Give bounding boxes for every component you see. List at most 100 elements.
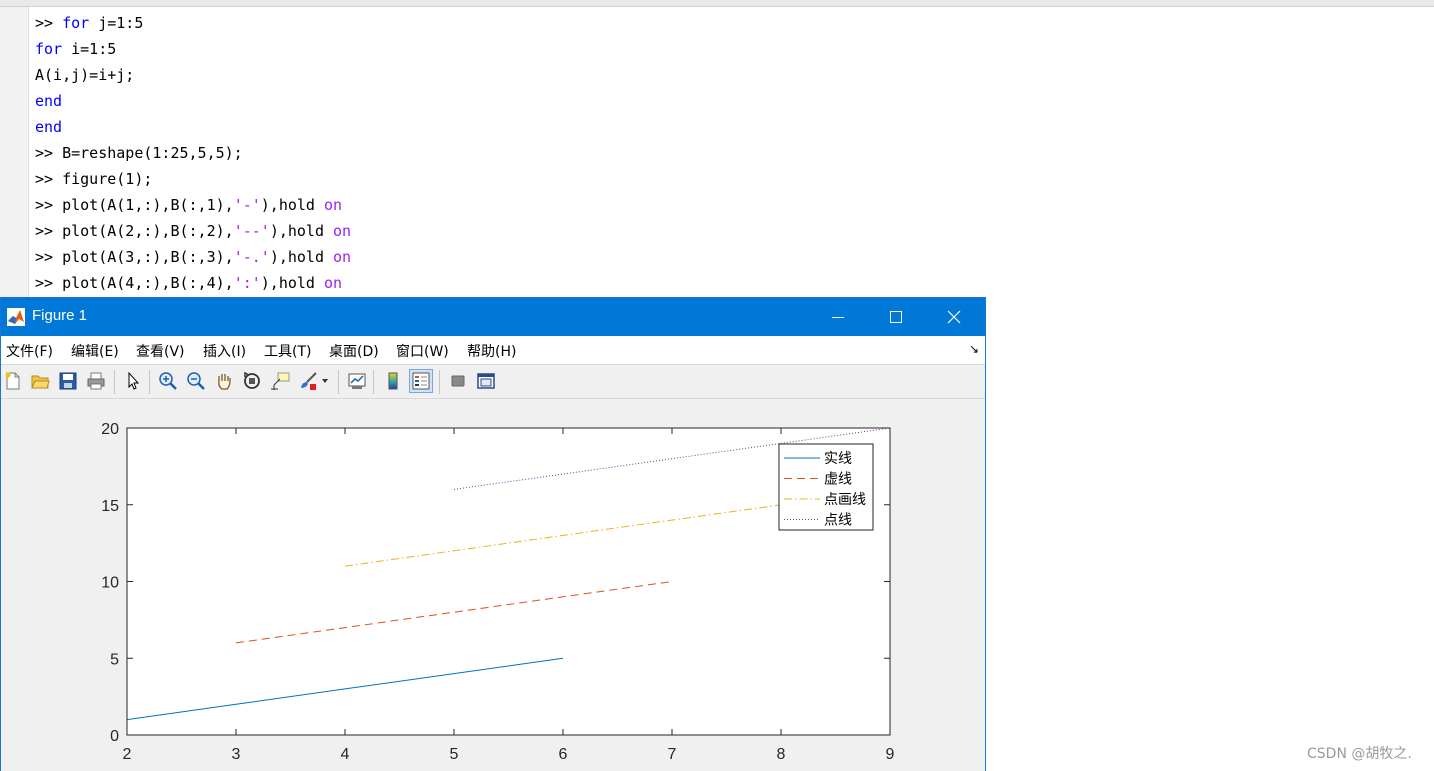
code-token: for <box>62 14 90 32</box>
colorbar-button[interactable] <box>381 369 405 393</box>
code-token: j=1:5 <box>89 14 144 32</box>
dock-figure-icon[interactable]: ↘ <box>969 342 979 356</box>
y-tick-label: 10 <box>101 575 119 592</box>
code-token: '-' <box>233 196 261 214</box>
hide-plot-tools-button[interactable] <box>446 369 470 393</box>
code-token: ),hold <box>260 196 324 214</box>
command-line: end <box>35 114 351 140</box>
command-line: for i=1:5 <box>35 36 351 62</box>
command-window-header <box>0 0 1434 7</box>
minimize-icon <box>832 317 844 318</box>
x-tick-label: 5 <box>450 746 459 763</box>
pan-button[interactable] <box>212 369 236 393</box>
code-token: >> <box>35 14 63 32</box>
menu-desktop[interactable]: 桌面(D) <box>329 341 379 361</box>
data-cursor-icon <box>271 372 290 390</box>
code-token: on <box>324 274 343 292</box>
save-icon <box>59 372 77 390</box>
minimize-button[interactable] <box>809 298 867 336</box>
code-token: ),hold <box>269 248 334 266</box>
figure-canvas[interactable]: 2 3 4 5 6 7 8 9 0 5 10 15 20 实线 虚线 点画线 点线 <box>1 399 985 771</box>
command-line: >> plot(A(4,:),B(:,4),':'),hold on <box>35 270 351 296</box>
figure-titlebar[interactable]: Figure 1 <box>1 298 985 336</box>
menu-file[interactable]: 文件(F) <box>6 341 53 361</box>
menu-window[interactable]: 窗口(W) <box>396 341 449 361</box>
pan-hand-icon <box>218 374 231 390</box>
code-token: '-.' <box>233 248 270 266</box>
code-token: ),hold <box>269 222 334 240</box>
plot-area[interactable]: 2 3 4 5 6 7 8 9 0 5 10 15 20 实线虚线点画线点线 <box>1 399 985 771</box>
y-tick-label: 20 <box>101 421 119 438</box>
toolbar-separator <box>439 370 440 394</box>
command-line: >> plot(A(3,:),B(:,3),'-.'),hold on <box>35 244 351 270</box>
legend-label: 点线 <box>824 513 852 529</box>
new-figure-button[interactable] <box>1 369 25 393</box>
axes-background <box>127 428 890 735</box>
rotate-3d-icon <box>244 371 260 389</box>
command-line: A(i,j)=i+j; <box>35 62 351 88</box>
figure-window[interactable]: Figure 1 文件(F) 编辑(E) 查看(V) 插入(I) 工具(T) 桌… <box>0 297 986 771</box>
hide-plot-tools-icon <box>451 375 465 387</box>
code-token: on <box>333 248 352 266</box>
open-file-button[interactable] <box>28 369 52 393</box>
code-token: ':' <box>233 274 261 292</box>
code-token: A(i,j)=i+j; <box>35 66 135 84</box>
y-tick-label: 15 <box>101 498 119 515</box>
command-line: >> plot(A(2,:),B(:,2),'--'),hold on <box>35 218 351 244</box>
brush-dropdown[interactable] <box>319 369 331 393</box>
menu-edit[interactable]: 编辑(E) <box>71 341 119 361</box>
code-token: >> B=reshape(1:25,5,5); <box>35 144 243 162</box>
zoom-in-button[interactable] <box>156 369 180 393</box>
code-token: end <box>35 92 63 110</box>
open-file-icon <box>31 375 50 389</box>
legend-button[interactable] <box>409 369 433 393</box>
new-figure-icon <box>5 372 20 390</box>
toolbar-separator <box>149 370 150 394</box>
print-button[interactable] <box>84 369 108 393</box>
command-history: >> for j=1:5 for i=1:5 A(i,j)=i+j; end end >>… <box>35 10 351 296</box>
y-tick-label: 0 <box>110 728 119 745</box>
legend-label: 点画线 <box>824 492 866 508</box>
command-line: >> for j=1:5 <box>35 10 351 36</box>
data-cursor-button[interactable] <box>268 369 292 393</box>
save-button[interactable] <box>56 369 80 393</box>
code-token: >> plot(A(3,:),B(:,3), <box>35 248 234 266</box>
figure-title: Figure 1 <box>32 307 88 324</box>
select-button[interactable] <box>121 369 145 393</box>
close-button[interactable] <box>925 298 983 336</box>
colorbar-icon <box>388 372 398 390</box>
rotate-3d-button[interactable] <box>240 369 264 393</box>
maximize-button[interactable] <box>867 298 925 336</box>
code-token: >> plot(A(1,:),B(:,1), <box>35 196 234 214</box>
command-line: >> figure(1); <box>35 166 351 192</box>
x-tick-label: 2 <box>123 746 132 763</box>
legend[interactable]: 实线虚线点画线点线 <box>778 443 874 531</box>
code-token: for <box>35 40 63 58</box>
menu-view[interactable]: 查看(V) <box>136 341 185 361</box>
brush-icon <box>301 372 317 390</box>
x-tick-label: 4 <box>341 746 350 763</box>
brush-button[interactable] <box>296 369 320 393</box>
figure-toolbar <box>1 365 985 399</box>
zoom-out-button[interactable] <box>184 369 208 393</box>
select-arrow-icon <box>128 371 140 390</box>
menu-insert[interactable]: 插入(I) <box>203 341 246 361</box>
code-token: '--' <box>233 222 270 240</box>
code-token: ),hold <box>260 274 324 292</box>
code-token: >> plot(A(4,:),B(:,4), <box>35 274 234 292</box>
toolbar-separator <box>114 370 115 394</box>
menu-help[interactable]: 帮助(H) <box>467 341 516 361</box>
maximize-icon <box>890 311 902 323</box>
close-icon <box>947 310 961 324</box>
y-tick-label: 5 <box>110 651 119 668</box>
x-tick-label: 6 <box>559 746 568 763</box>
code-token: >> plot(A(2,:),B(:,2), <box>35 222 234 240</box>
command-line: >> plot(A(1,:),B(:,1),'-'),hold on <box>35 192 351 218</box>
legend-icon <box>412 372 430 390</box>
code-token: end <box>35 118 63 136</box>
menu-tools[interactable]: 工具(T) <box>264 341 311 361</box>
show-plot-tools-button[interactable] <box>474 369 498 393</box>
link-plot-button[interactable] <box>345 369 369 393</box>
toolbar-separator <box>338 370 339 394</box>
code-token: on <box>324 196 343 214</box>
